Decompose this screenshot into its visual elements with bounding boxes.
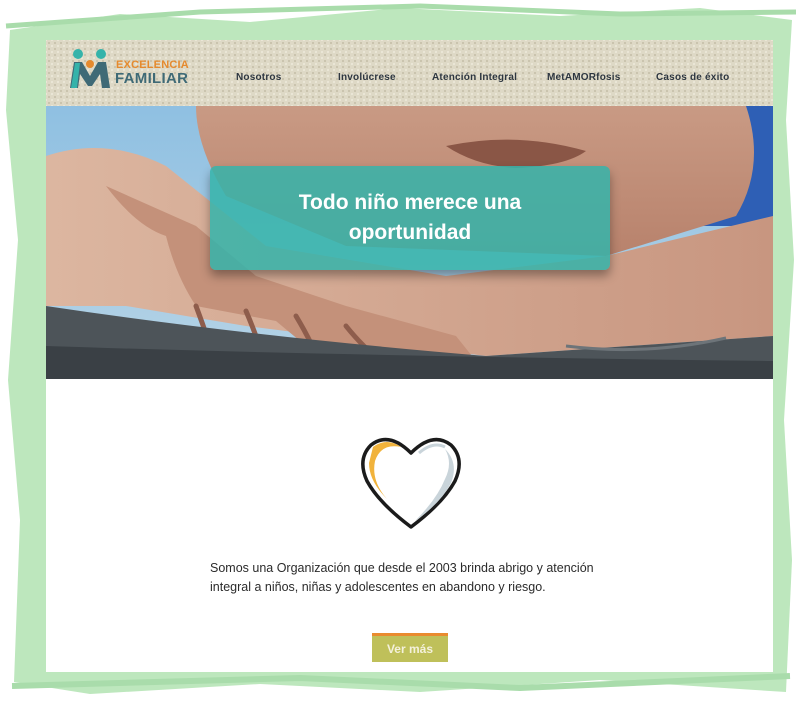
hero-title: Todo niño merece una oportunidad	[298, 191, 522, 244]
site-logo[interactable]: EXCELENCIA FAMILIAR	[68, 46, 198, 94]
nav-item-casos-de-exito[interactable]: Casos de éxito	[656, 72, 729, 83]
nav-item-involucrese[interactable]: Involúcrese	[338, 72, 396, 83]
heart-icon	[361, 437, 461, 529]
logo-text-bottom: FAMILIAR	[115, 70, 189, 87]
ver-mas-button[interactable]: Ver más	[372, 633, 448, 662]
nav-item-nosotros[interactable]: Nosotros	[236, 72, 282, 83]
intro-paragraph: Somos una Organización que desde el 2003…	[210, 561, 594, 594]
website-screenshot: EXCELENCIA FAMILIAR Nosotros Involúcrese…	[46, 40, 773, 672]
site-header: EXCELENCIA FAMILIAR Nosotros Involúcrese…	[46, 40, 773, 106]
hero-banner: Todo niño merece una oportunidad	[46, 106, 773, 379]
hero-callout-box: Todo niño merece una oportunidad	[210, 166, 610, 270]
nav-item-metamorfosis[interactable]: MetAMORfosis	[547, 72, 621, 83]
family-logo-icon	[70, 49, 110, 88]
nav-item-atencion-integral[interactable]: Atención Integral	[432, 72, 517, 83]
